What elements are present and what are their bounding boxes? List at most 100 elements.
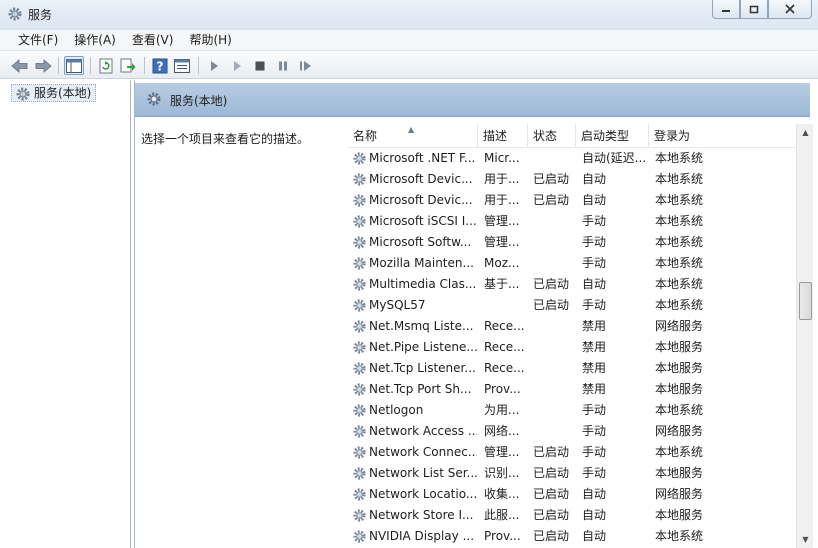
tree-pane: 服务(本地) xyxy=(0,80,131,548)
service-logon-as: 本地服务 xyxy=(655,361,704,375)
column-startup-type[interactable]: 启动类型 xyxy=(576,124,649,148)
menu-help[interactable]: 帮助(H) xyxy=(181,30,239,51)
service-status: 已启动 xyxy=(533,193,570,207)
start-service-alt-button[interactable] xyxy=(227,56,247,75)
refresh-button[interactable] xyxy=(96,56,116,75)
column-status[interactable]: 状态 xyxy=(528,124,576,148)
scroll-up-button[interactable]: ▲ xyxy=(797,124,813,141)
scroll-up-icon: ▲ xyxy=(802,128,809,137)
service-description: 管理... xyxy=(484,235,520,249)
title-bar[interactable]: 服务 xyxy=(0,0,818,30)
back-button[interactable] xyxy=(10,56,30,75)
table-row[interactable]: Microsoft Devic... 用于... 已启动 自动 本地系统 xyxy=(348,169,795,190)
show-tree-icon xyxy=(66,58,82,73)
properties-button[interactable] xyxy=(172,56,192,75)
scroll-down-button[interactable]: ▼ xyxy=(797,531,813,548)
table-row[interactable]: Microsoft Softw... 管理... 手动 本地系统 xyxy=(348,232,795,253)
resume-icon xyxy=(300,60,311,71)
minimize-button[interactable] xyxy=(712,0,740,19)
service-gear-icon xyxy=(353,467,366,480)
services-window: 服务 文件(F) 操作(A) 查看(V) 帮助(H) ? 服务(本地) 服务(本… xyxy=(0,0,818,548)
service-logon-as: 本地系统 xyxy=(655,235,704,249)
table-row[interactable]: Net.Tcp Listener... Rece... 禁用 本地服务 xyxy=(348,358,795,379)
service-logon-as: 本地服务 xyxy=(655,508,704,522)
table-row[interactable]: Net.Tcp Port Sh... Prov... 禁用 本地服务 xyxy=(348,379,795,400)
service-logon-as: 本地系统 xyxy=(655,256,704,270)
service-name: Net.Tcp Port Sh... xyxy=(369,382,472,396)
menu-file[interactable]: 文件(F) xyxy=(0,30,66,51)
pane-header: 服务(本地) xyxy=(135,83,810,117)
service-startup-type: 禁用 xyxy=(582,361,607,375)
pause-icon xyxy=(279,61,287,70)
service-logon-as: 本地系统 xyxy=(655,193,704,207)
table-row[interactable]: NVIDIA Display ... Prov... 已启动 自动 本地系统 xyxy=(348,526,795,547)
show-tree-button[interactable] xyxy=(64,56,84,75)
service-startup-type: 自动 xyxy=(582,193,607,207)
service-name: Microsoft Devic... xyxy=(369,193,473,207)
table-row[interactable]: Microsoft iSCSI I... 管理... 手动 本地系统 xyxy=(348,211,795,232)
toolbar: ? xyxy=(0,52,818,79)
column-description[interactable]: 描述 xyxy=(478,124,528,148)
start-service-button[interactable] xyxy=(204,56,224,75)
service-gear-icon xyxy=(353,383,366,396)
table-row[interactable]: Multimedia Clas... 基于... 已启动 自动 本地系统 xyxy=(348,274,795,295)
pause-service-button[interactable] xyxy=(273,56,293,75)
service-status: 已启动 xyxy=(533,172,570,186)
service-logon-as: 本地系统 xyxy=(655,298,704,312)
table-row[interactable]: Network Locatio... 收集... 已启动 自动 网络服务 xyxy=(348,484,795,505)
service-logon-as: 本地系统 xyxy=(655,172,704,186)
service-name: Netlogon xyxy=(369,403,424,417)
vertical-scrollbar[interactable]: ▲ ▼ xyxy=(796,124,813,548)
service-status: 已启动 xyxy=(533,529,570,543)
service-startup-type: 自动(延迟... xyxy=(582,151,647,165)
menu-view[interactable]: 查看(V) xyxy=(124,30,182,51)
service-logon-as: 网络服务 xyxy=(655,319,704,333)
table-row[interactable]: Net.Msmq Liste... Rece... 禁用 网络服务 xyxy=(348,316,795,337)
table-row[interactable]: Microsoft Devic... 用于... 已启动 自动 本地系统 xyxy=(348,190,795,211)
tree-item-label: 服务(本地) xyxy=(34,86,92,100)
services-list[interactable]: 名称 ▲ 描述 状态 启动类型 登录为 Microsoft .NET F... … xyxy=(348,124,813,548)
table-row[interactable]: MySQL57 已启动 手动 本地系统 xyxy=(348,295,795,316)
service-description: Prov... xyxy=(484,382,521,396)
back-icon xyxy=(11,58,28,73)
table-row[interactable]: Mozilla Mainten... Moz... 手动 本地系统 xyxy=(348,253,795,274)
start-icon xyxy=(211,60,218,71)
tree-item-services-local[interactable]: 服务(本地) xyxy=(11,84,97,102)
resume-service-button[interactable] xyxy=(296,56,316,75)
service-description: 管理... xyxy=(484,445,520,459)
service-description: Rece... xyxy=(484,361,525,375)
column-name[interactable]: 名称 ▲ xyxy=(348,124,478,148)
service-startup-type: 手动 xyxy=(582,445,607,459)
services-pane: 服务(本地) 选择一个项目来查看它的描述。 名称 ▲ 描述 状态 启动类型 登录… xyxy=(134,80,818,548)
service-gear-icon xyxy=(353,530,366,543)
service-description: Rece... xyxy=(484,340,525,354)
help-button[interactable]: ? xyxy=(150,56,170,75)
scroll-thumb[interactable] xyxy=(799,282,812,320)
service-gear-icon xyxy=(353,257,366,270)
start-alt-icon xyxy=(234,60,241,71)
service-status: 已启动 xyxy=(533,487,570,501)
service-description: Micr... xyxy=(484,151,520,165)
help-icon: ? xyxy=(152,58,168,73)
service-name: Net.Msmq Liste... xyxy=(369,319,474,333)
table-row[interactable]: Network Access ... 网络... 手动 网络服务 xyxy=(348,421,795,442)
service-gear-icon xyxy=(353,488,366,501)
service-gear-icon xyxy=(353,425,366,438)
table-row[interactable]: Net.Pipe Listene... Rece... 禁用 本地服务 xyxy=(348,337,795,358)
service-gear-icon xyxy=(353,509,366,522)
table-row[interactable]: Network Store I... 此服... 已启动 自动 本地服务 xyxy=(348,505,795,526)
menu-action[interactable]: 操作(A) xyxy=(66,30,124,51)
maximize-button[interactable] xyxy=(740,0,768,19)
close-button[interactable] xyxy=(768,0,812,19)
table-row[interactable]: Network List Ser... 识别... 已启动 手动 本地服务 xyxy=(348,463,795,484)
forward-button[interactable] xyxy=(33,56,53,75)
service-gear-icon xyxy=(353,236,366,249)
service-gear-icon xyxy=(353,362,366,375)
stop-service-button[interactable] xyxy=(250,56,270,75)
column-logon-as[interactable]: 登录为 xyxy=(649,124,729,148)
service-status: 已启动 xyxy=(533,466,570,480)
table-row[interactable]: Network Connec... 管理... 已启动 手动 本地系统 xyxy=(348,442,795,463)
export-button[interactable] xyxy=(118,56,138,75)
table-row[interactable]: Netlogon 为用... 手动 本地系统 xyxy=(348,400,795,421)
table-row[interactable]: Microsoft .NET F... Micr... 自动(延迟... 本地系… xyxy=(348,148,795,169)
